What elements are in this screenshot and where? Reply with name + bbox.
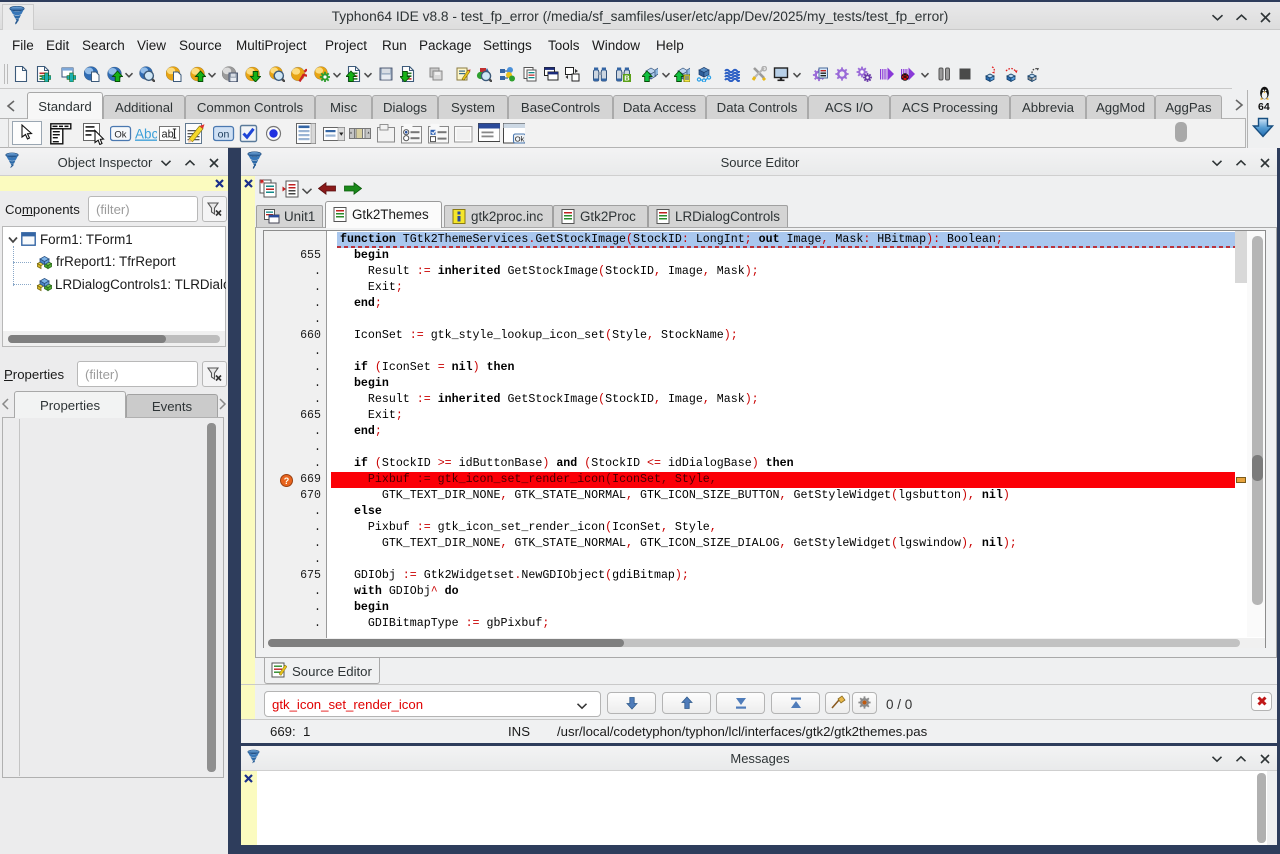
svg-text:B: B <box>624 74 630 82</box>
svg-text:Ok: Ok <box>114 129 126 140</box>
svg-text:Abc: Abc <box>135 127 157 142</box>
svg-text:ab: ab <box>162 128 174 140</box>
svg-text:on: on <box>218 128 230 140</box>
svg-text:Ok: Ok <box>515 134 525 143</box>
svg-text:?: ? <box>284 476 290 486</box>
